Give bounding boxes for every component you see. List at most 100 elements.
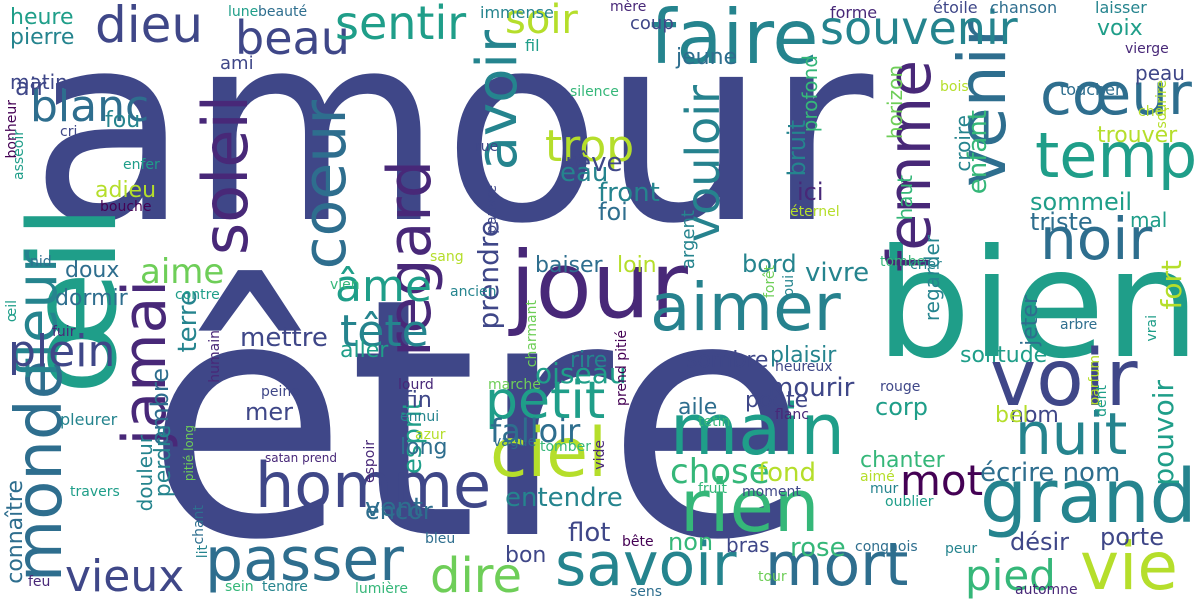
word-cloud-word: arbre: [1060, 317, 1098, 333]
word-cloud-word: rire: [570, 348, 608, 373]
word-cloud-word: encor: [365, 497, 433, 525]
word-cloud-word: heureux: [775, 359, 833, 375]
word-cloud-word: fil: [525, 36, 540, 55]
word-cloud: amour être bien jour aimer faire œil voir grand n…: [0, 0, 1200, 600]
word-cloud-word: regarder: [920, 235, 944, 322]
word-cloud-word: charmant: [524, 300, 540, 368]
word-cloud-word: tour: [758, 569, 787, 585]
word-cloud-word: bon: [505, 543, 547, 568]
word-cloud-word: sourire: [1154, 80, 1170, 129]
word-cloud-word: prend pitié: [614, 330, 630, 406]
word-cloud-word: forme: [830, 3, 878, 22]
word-cloud-word: chant: [191, 505, 207, 545]
word-cloud-word: pierre: [10, 25, 75, 50]
word-cloud-word: loin: [617, 253, 657, 278]
word-cloud-word: sein: [225, 579, 254, 595]
word-cloud-word: mal: [1130, 208, 1168, 232]
word-cloud-word: immense: [480, 3, 554, 22]
word-cloud-word: asseoir: [11, 130, 27, 180]
word-cloud-word: sentir: [335, 0, 467, 50]
word-cloud-word: ami: [220, 53, 254, 74]
word-cloud-word: oublier: [885, 494, 934, 510]
word-cloud-word: tetin: [698, 414, 731, 430]
word-cloud-word: lumière: [355, 581, 408, 597]
word-cloud-word: automne: [1015, 582, 1078, 598]
word-cloud-word: vide: [592, 440, 608, 470]
word-cloud-word: feu: [28, 574, 51, 590]
word-cloud-word: soleil: [189, 95, 262, 256]
word-cloud-word: lourd: [398, 377, 434, 393]
word-cloud-word: marche: [488, 377, 541, 393]
word-cloud-word: fruit: [698, 481, 727, 497]
word-cloud-word: sombre: [686, 348, 769, 373]
word-cloud-word: vague: [493, 434, 537, 450]
word-cloud-word: mère: [610, 0, 647, 15]
word-cloud-word: coup: [630, 13, 674, 34]
word-cloud-word: vien: [330, 277, 360, 293]
word-cloud-word: coeur: [290, 100, 360, 270]
word-cloud-word: rose: [790, 533, 846, 563]
word-cloud-word: doux: [65, 258, 120, 283]
word-cloud-word: vrai: [1144, 315, 1160, 342]
word-cloud-word: voix: [1097, 16, 1143, 41]
word-cloud-word: travers: [70, 484, 120, 500]
word-cloud-word: contre: [175, 287, 220, 303]
word-cloud-word: ennui: [400, 409, 440, 425]
word-cloud-word: ici: [797, 178, 824, 206]
word-cloud-word: vierge: [1125, 41, 1169, 57]
word-cloud-word: beauté: [258, 4, 308, 20]
word-cloud-word: bras: [726, 533, 770, 557]
word-cloud-word: peur: [945, 541, 978, 557]
word-cloud-word: silence: [570, 84, 619, 100]
word-cloud-word: tendre: [262, 579, 308, 595]
word-cloud-word: flanc: [775, 407, 809, 423]
word-cloud-word: étoile: [933, 0, 978, 17]
word-cloud-word: entendre: [505, 483, 623, 513]
word-cloud-word: sang: [430, 249, 464, 265]
word-cloud-word: bois: [940, 79, 969, 95]
word-cloud-word: dieu: [95, 0, 204, 54]
word-cloud-word: fou: [105, 108, 141, 133]
word-cloud-word: dent: [1094, 385, 1110, 417]
word-cloud-word: écrire nom: [980, 458, 1121, 488]
word-cloud-word: fond: [758, 458, 817, 488]
word-cloud-word: porte: [1100, 523, 1164, 551]
word-cloud-word: haut: [893, 175, 917, 221]
word-cloud-word: œil: [4, 300, 20, 323]
word-cloud-word: solitude: [960, 343, 1048, 368]
word-cloud-word: aller: [340, 338, 389, 363]
word-cloud-word: fort: [1155, 260, 1188, 310]
word-cloud-word: rouge: [880, 379, 921, 395]
word-cloud-word: douleur: [133, 435, 157, 512]
word-cloud-word: désir: [1010, 528, 1070, 556]
word-cloud-word: foi: [598, 198, 628, 226]
word-cloud-word: azur: [415, 427, 446, 443]
word-cloud-word: argent: [678, 210, 699, 270]
word-cloud-word: lune: [228, 4, 259, 20]
word-cloud-word: bel: [995, 403, 1029, 428]
word-cloud-word: congnois: [855, 539, 918, 555]
word-cloud-word: fuir: [52, 324, 76, 340]
word-cloud-word: mettre: [240, 323, 328, 353]
word-cloud-word: satan prend: [265, 451, 337, 465]
word-cloud-word: vivre: [805, 258, 870, 288]
word-cloud-word: bouche: [100, 199, 152, 215]
word-cloud-word: humain: [207, 330, 223, 383]
word-cloud-word: oui: [781, 275, 797, 297]
word-cloud-word: laisser: [1095, 0, 1147, 17]
word-cloud-word: rue: [475, 139, 499, 155]
word-cloud-word: matin: [10, 70, 68, 94]
word-cloud-word: baiser: [535, 253, 603, 278]
word-cloud-word: pitié long: [182, 425, 196, 482]
word-cloud-word: triste: [1030, 208, 1093, 236]
word-cloud-word: toucher: [1060, 80, 1122, 99]
word-cloud-word: bête: [622, 534, 654, 550]
word-cloud-word: aime: [140, 252, 225, 292]
word-cloud-word: sens: [630, 584, 663, 600]
word-cloud-word: espoir: [362, 440, 378, 484]
word-cloud-word: forêt: [762, 265, 778, 299]
word-cloud-word: corp: [875, 393, 928, 421]
word-cloud-word: ancien: [450, 284, 497, 300]
word-cloud-word: prendre: [472, 220, 505, 330]
word-cloud-word: non: [668, 528, 714, 556]
